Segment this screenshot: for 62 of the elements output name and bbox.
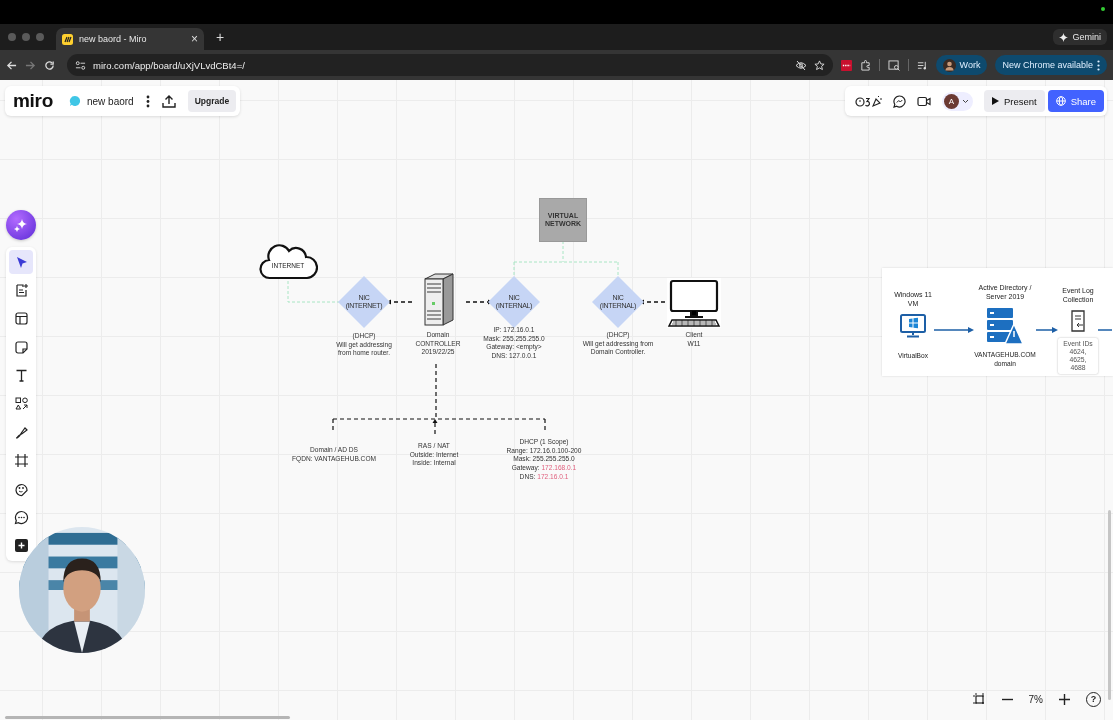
update-button[interactable]: New Chrome available — [995, 55, 1107, 75]
present-button[interactable]: Present — [983, 90, 1045, 112]
eye-off-icon[interactable] — [794, 59, 807, 71]
scrollbar[interactable] — [5, 716, 290, 719]
chevron-down-icon — [961, 98, 969, 104]
fit-to-screen-icon[interactable] — [972, 692, 986, 706]
url-text: miro.com/app/board/uXjVLvdCBt4=/ — [93, 59, 246, 71]
address-bar[interactable]: miro.com/app/board/uXjVLvdCBt4=/ — [67, 54, 833, 76]
site-settings-icon[interactable] — [75, 59, 86, 71]
reactions-icon[interactable] — [854, 94, 882, 108]
tool-button[interactable] — [9, 250, 33, 274]
sticky-note-icon — [13, 339, 29, 355]
video-call-icon[interactable] — [916, 95, 931, 107]
board-name[interactable]: new baord — [87, 95, 134, 107]
user-menu[interactable]: A — [941, 91, 973, 111]
new-tab-button[interactable]: + — [216, 30, 225, 44]
log-document-icon — [1070, 310, 1086, 332]
board-chat-icon — [69, 95, 81, 107]
avatar-icon — [942, 58, 956, 72]
frame-icon — [13, 453, 29, 469]
chat-icon[interactable] — [892, 94, 906, 108]
ai-assistant-button[interactable] — [6, 210, 36, 240]
upgrade-button[interactable]: Upgrade — [187, 90, 237, 112]
gemini-button[interactable]: Gemini — [1053, 29, 1107, 45]
sticker-icon — [13, 481, 29, 497]
browser-tab[interactable]: new baord - Miro × — [56, 28, 204, 50]
user-avatar: A — [943, 93, 959, 109]
zoom-in-icon[interactable] — [1059, 693, 1070, 705]
computer-icon — [667, 278, 721, 328]
monitor-icon — [900, 314, 926, 338]
puzzle-icon[interactable] — [859, 59, 871, 71]
share-button[interactable]: Share — [1047, 90, 1104, 112]
more-icon[interactable] — [145, 94, 150, 108]
scrollbar[interactable] — [1108, 510, 1111, 700]
extension-icon[interactable] — [840, 59, 852, 71]
layout-icon — [13, 311, 29, 327]
miro-favicon-icon — [62, 33, 73, 45]
add-doc-icon — [13, 282, 29, 298]
upload-icon[interactable] — [161, 94, 176, 108]
plus-icon — [13, 538, 29, 554]
close-tab-button[interactable]: × — [191, 33, 198, 45]
status-dot — [1101, 7, 1105, 11]
tab-search-icon[interactable] — [887, 59, 900, 71]
tab-title: new baord - Miro — [79, 34, 148, 44]
sparkle-icon — [1059, 32, 1069, 42]
back-icon[interactable] — [6, 59, 17, 71]
comment-icon — [13, 510, 29, 525]
bookmark-star-icon[interactable] — [813, 59, 825, 71]
shapes-icon — [13, 396, 29, 412]
flow-arrow — [1036, 327, 1058, 333]
media-control-icon[interactable] — [916, 59, 928, 71]
forward-icon[interactable] — [25, 59, 36, 71]
tool-button[interactable] — [13, 537, 29, 554]
profile-button[interactable]: Work — [935, 55, 988, 75]
more-icon[interactable] — [1097, 59, 1100, 71]
zoom-level[interactable]: 7% — [1028, 693, 1043, 705]
globe-icon — [1055, 96, 1066, 106]
server-warning-icon — [985, 307, 1025, 345]
play-icon — [991, 97, 999, 105]
reload-icon[interactable] — [44, 59, 55, 71]
flow-arrow — [934, 327, 974, 333]
miro-logo: miro — [13, 90, 53, 112]
